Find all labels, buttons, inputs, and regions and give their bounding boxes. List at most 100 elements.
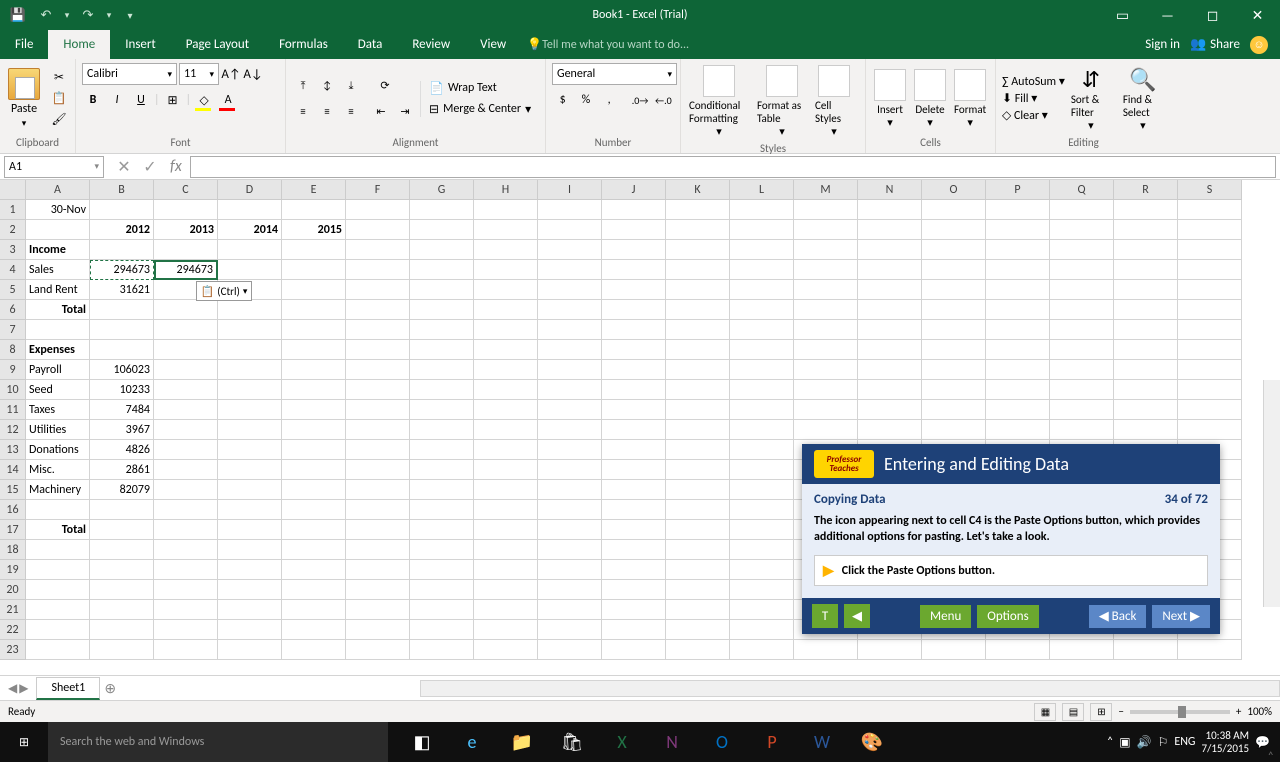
cell-M6[interactable]: [794, 300, 858, 320]
cell-A19[interactable]: [26, 560, 90, 580]
cell-I8[interactable]: [538, 340, 602, 360]
cell-O6[interactable]: [922, 300, 986, 320]
row-header[interactable]: 3: [0, 240, 26, 260]
row-header[interactable]: 4: [0, 260, 26, 280]
tutorial-prev-button[interactable]: ◀: [844, 604, 870, 628]
cell-H21[interactable]: [474, 600, 538, 620]
formula-bar[interactable]: [190, 156, 1276, 178]
cell-K19[interactable]: [666, 560, 730, 580]
cell-D2[interactable]: 2014: [218, 220, 282, 240]
cell-C17[interactable]: [154, 520, 218, 540]
column-header[interactable]: P: [986, 180, 1050, 200]
borders-icon[interactable]: ⊞: [162, 89, 184, 111]
cell-J21[interactable]: [602, 600, 666, 620]
cell-B7[interactable]: [90, 320, 154, 340]
cell-E17[interactable]: [282, 520, 346, 540]
wrap-text-button[interactable]: 📄 Wrap Text: [429, 81, 531, 96]
cell-G10[interactable]: [410, 380, 474, 400]
zoom-out-icon[interactable]: −: [1118, 705, 1123, 718]
cell-D13[interactable]: [218, 440, 282, 460]
cell-F3[interactable]: [346, 240, 410, 260]
cell-D17[interactable]: [218, 520, 282, 540]
cell-M23[interactable]: [794, 640, 858, 660]
cell-J19[interactable]: [602, 560, 666, 580]
cell-G18[interactable]: [410, 540, 474, 560]
cell-I6[interactable]: [538, 300, 602, 320]
tray-chevron-icon[interactable]: ˄: [1107, 735, 1113, 749]
cell-R3[interactable]: [1114, 240, 1178, 260]
cell-L6[interactable]: [730, 300, 794, 320]
tutorial-options-button[interactable]: Options: [977, 605, 1038, 628]
cell-D7[interactable]: [218, 320, 282, 340]
cell-J22[interactable]: [602, 620, 666, 640]
cell-J16[interactable]: [602, 500, 666, 520]
cell-P11[interactable]: [986, 400, 1050, 420]
cell-C23[interactable]: [154, 640, 218, 660]
decrease-font-icon[interactable]: A↓: [243, 63, 263, 85]
cell-J5[interactable]: [602, 280, 666, 300]
cell-P10[interactable]: [986, 380, 1050, 400]
row-header[interactable]: 19: [0, 560, 26, 580]
cell-L11[interactable]: [730, 400, 794, 420]
cell-G6[interactable]: [410, 300, 474, 320]
cell-G17[interactable]: [410, 520, 474, 540]
cell-Q10[interactable]: [1050, 380, 1114, 400]
row-header[interactable]: 22: [0, 620, 26, 640]
bold-button[interactable]: B: [82, 89, 104, 111]
file-explorer-icon[interactable]: 📁: [498, 722, 546, 762]
cell-G21[interactable]: [410, 600, 474, 620]
cell-H5[interactable]: [474, 280, 538, 300]
cell-E4[interactable]: [282, 260, 346, 280]
cell-K12[interactable]: [666, 420, 730, 440]
cell-G9[interactable]: [410, 360, 474, 380]
cell-S5[interactable]: [1178, 280, 1242, 300]
cell-E6[interactable]: [282, 300, 346, 320]
cell-L8[interactable]: [730, 340, 794, 360]
edge-icon[interactable]: e: [448, 722, 496, 762]
cell-H6[interactable]: [474, 300, 538, 320]
cell-H23[interactable]: [474, 640, 538, 660]
normal-view-icon[interactable]: ▦: [1034, 703, 1056, 721]
cell-J23[interactable]: [602, 640, 666, 660]
cell-H20[interactable]: [474, 580, 538, 600]
cell-C7[interactable]: [154, 320, 218, 340]
cell-P9[interactable]: [986, 360, 1050, 380]
cell-G16[interactable]: [410, 500, 474, 520]
cell-P3[interactable]: [986, 240, 1050, 260]
clear-button[interactable]: ◇ Clear ▾: [1002, 108, 1065, 123]
cell-A9[interactable]: Payroll: [26, 360, 90, 380]
cell-J13[interactable]: [602, 440, 666, 460]
column-header[interactable]: E: [282, 180, 346, 200]
cell-G22[interactable]: [410, 620, 474, 640]
cell-L16[interactable]: [730, 500, 794, 520]
cell-I2[interactable]: [538, 220, 602, 240]
cell-H2[interactable]: [474, 220, 538, 240]
cell-E3[interactable]: [282, 240, 346, 260]
start-button[interactable]: ⊞: [0, 722, 48, 762]
cell-I14[interactable]: [538, 460, 602, 480]
cell-A15[interactable]: Machinery: [26, 480, 90, 500]
cell-D11[interactable]: [218, 400, 282, 420]
cell-C4[interactable]: 294673: [154, 260, 218, 280]
cell-N6[interactable]: [858, 300, 922, 320]
sheet-tab[interactable]: Sheet1: [36, 677, 100, 700]
cell-K8[interactable]: [666, 340, 730, 360]
cell-M9[interactable]: [794, 360, 858, 380]
cell-A5[interactable]: Land Rent: [26, 280, 90, 300]
cell-H18[interactable]: [474, 540, 538, 560]
cell-H3[interactable]: [474, 240, 538, 260]
paste-button[interactable]: Paste ▾: [6, 66, 42, 131]
cell-D16[interactable]: [218, 500, 282, 520]
cell-A7[interactable]: [26, 320, 90, 340]
cell-J15[interactable]: [602, 480, 666, 500]
cell-P4[interactable]: [986, 260, 1050, 280]
cell-O4[interactable]: [922, 260, 986, 280]
cell-J3[interactable]: [602, 240, 666, 260]
cell-P23[interactable]: [986, 640, 1050, 660]
cell-R5[interactable]: [1114, 280, 1178, 300]
cell-C15[interactable]: [154, 480, 218, 500]
cell-B11[interactable]: 7484: [90, 400, 154, 420]
cell-K1[interactable]: [666, 200, 730, 220]
close-icon[interactable]: ✕: [1235, 0, 1280, 30]
cell-K9[interactable]: [666, 360, 730, 380]
